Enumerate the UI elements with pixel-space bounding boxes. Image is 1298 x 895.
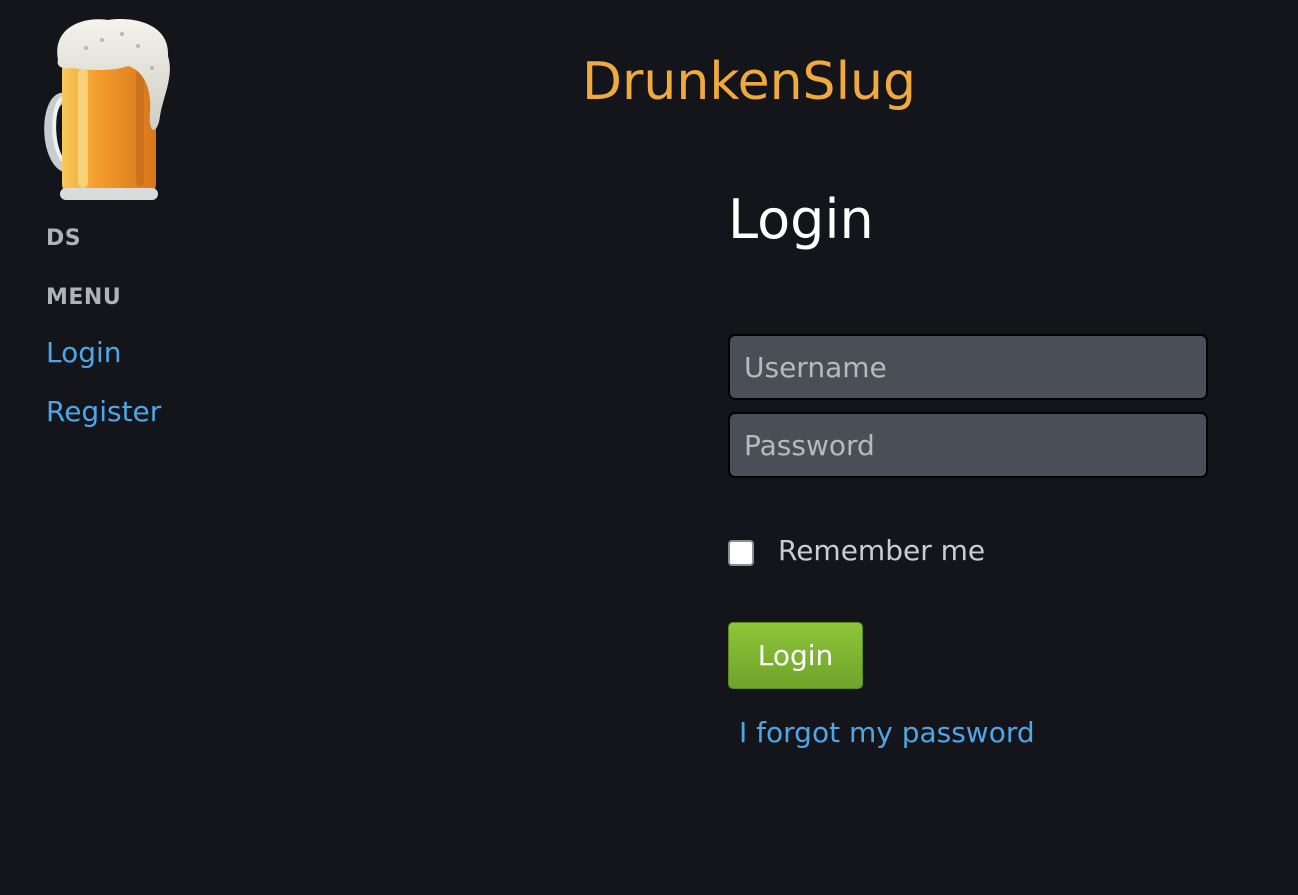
forgot-password-link[interactable]: I forgot my password bbox=[739, 716, 1035, 749]
login-page: DS MENU Login Register DrunkenSlug Login… bbox=[0, 0, 1298, 895]
sidebar-link-register[interactable]: Register bbox=[46, 395, 161, 428]
sidebar-brand: DS bbox=[46, 226, 82, 251]
password-input[interactable] bbox=[728, 412, 1208, 478]
remember-me-label[interactable]: Remember me bbox=[778, 534, 985, 567]
sidebar-link-login[interactable]: Login bbox=[46, 336, 122, 369]
login-button[interactable]: Login bbox=[728, 622, 863, 689]
remember-me-checkbox[interactable] bbox=[728, 540, 754, 566]
username-input[interactable] bbox=[728, 334, 1208, 400]
login-form-title: Login bbox=[728, 188, 874, 251]
sidebar-menu-heading: MENU bbox=[46, 285, 122, 310]
site-title[interactable]: DrunkenSlug bbox=[0, 52, 1298, 112]
